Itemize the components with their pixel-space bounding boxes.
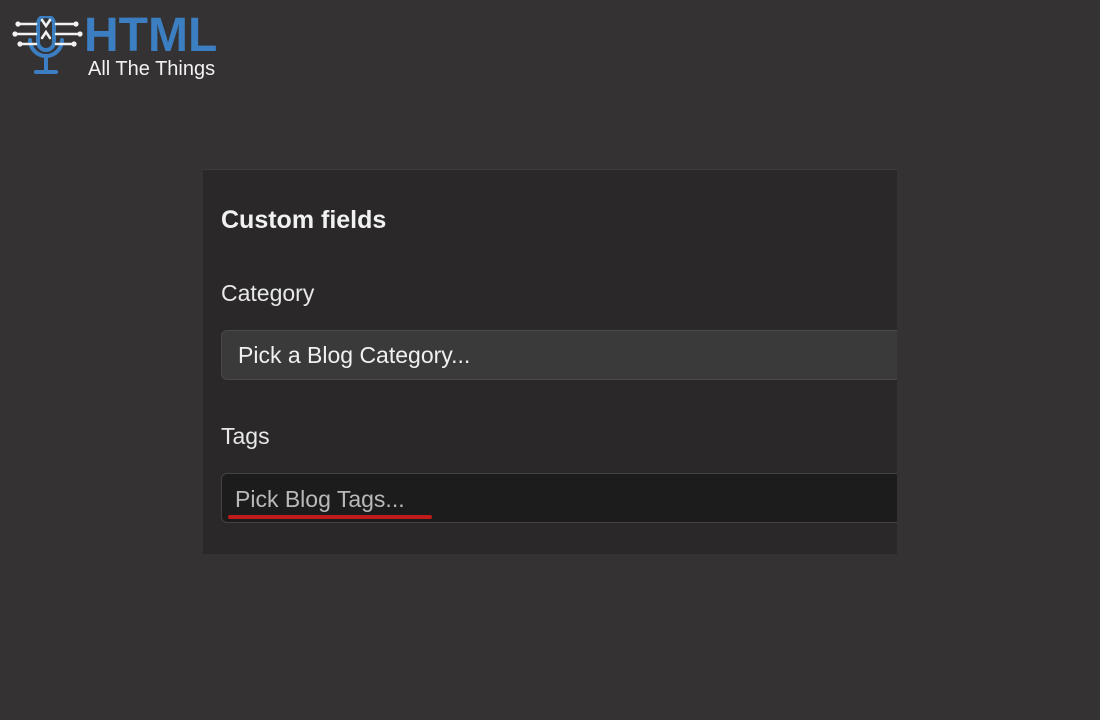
category-select-placeholder: Pick a Blog Category... <box>238 342 471 368</box>
category-label: Category <box>221 280 315 306</box>
custom-fields-panel: Custom fields Category Pick a Blog Categ… <box>203 169 897 554</box>
tags-input[interactable]: Pick Blog Tags... <box>221 473 897 523</box>
logo-title: HTML <box>84 9 218 62</box>
logo-subtitle: All The Things <box>88 58 216 80</box>
panel-title: Custom fields <box>221 206 387 234</box>
site-logo: HTML All The Things <box>12 12 242 84</box>
tags-input-placeholder: Pick Blog Tags... <box>235 486 405 512</box>
microphone-circuit-icon <box>12 16 83 74</box>
spellcheck-underline <box>228 515 432 519</box>
tags-label: Tags <box>221 423 270 449</box>
category-select[interactable]: Pick a Blog Category... <box>221 330 897 380</box>
